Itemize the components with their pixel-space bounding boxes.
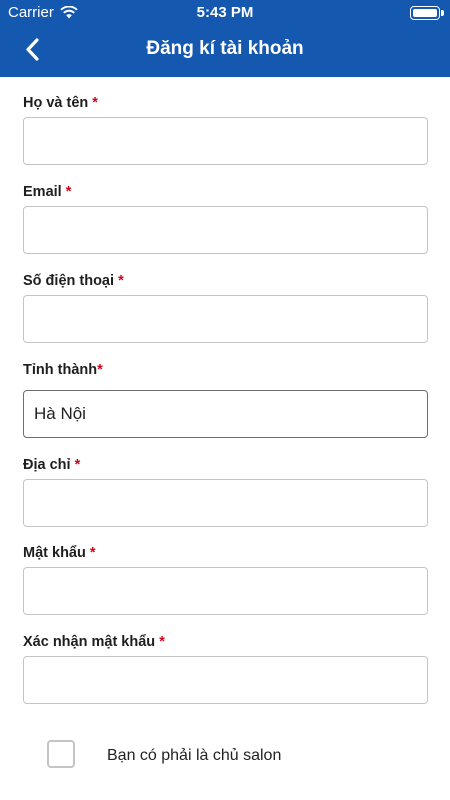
salon-owner-checkbox[interactable]: [47, 740, 75, 768]
page-title: Đăng kí tài khoản: [146, 38, 304, 59]
nav-bar: Đăng kí tài khoản: [0, 25, 450, 77]
required-mark: *: [74, 457, 81, 473]
email-label: Email *: [23, 184, 71, 200]
password-input[interactable]: [23, 567, 428, 615]
required-mark: *: [159, 634, 165, 650]
email-input[interactable]: [23, 206, 428, 254]
province-label-text: Tỉnh thành: [23, 362, 98, 378]
full-name-label-text: Họ và tên: [23, 95, 89, 111]
top-bar: Carrier 5:43 PM Đăng kí tài khoản: [0, 0, 450, 77]
required-mark: *: [118, 273, 124, 289]
phone-label-text: Số điện thoại: [23, 273, 115, 289]
province-label: Tỉnh thành*: [23, 362, 103, 378]
register-screen: Carrier 5:43 PM Đăng kí tài khoản Họ và …: [0, 0, 450, 800]
confirm-password-label-text: Xác nhận mật khẩu: [23, 634, 156, 650]
phone-input[interactable]: [23, 295, 428, 343]
required-mark: *: [92, 95, 98, 111]
required-mark: *: [65, 184, 72, 200]
email-label-text: Email: [23, 184, 62, 200]
address-input[interactable]: [23, 479, 428, 527]
status-time: 5:43 PM: [196, 4, 254, 21]
phone-label: Số điện thoại *: [23, 273, 124, 289]
battery-icon: [410, 6, 444, 20]
address-label: Địa chỉ *: [23, 457, 80, 473]
address-label-text: Địa chỉ: [23, 457, 71, 473]
required-mark: *: [89, 545, 96, 561]
salon-owner-label[interactable]: Bạn có phải là chủ salon: [107, 747, 281, 765]
password-label: Mật khẩu *: [23, 545, 96, 561]
required-mark: *: [97, 362, 103, 378]
full-name-input[interactable]: [23, 117, 428, 165]
password-label-text: Mật khẩu: [23, 545, 86, 561]
province-select[interactable]: [23, 390, 428, 438]
confirm-password-input[interactable]: [23, 656, 428, 704]
status-bar: Carrier 5:43 PM: [0, 0, 450, 25]
full-name-label: Họ và tên *: [23, 95, 98, 111]
confirm-password-label: Xác nhận mật khẩu *: [23, 634, 165, 650]
